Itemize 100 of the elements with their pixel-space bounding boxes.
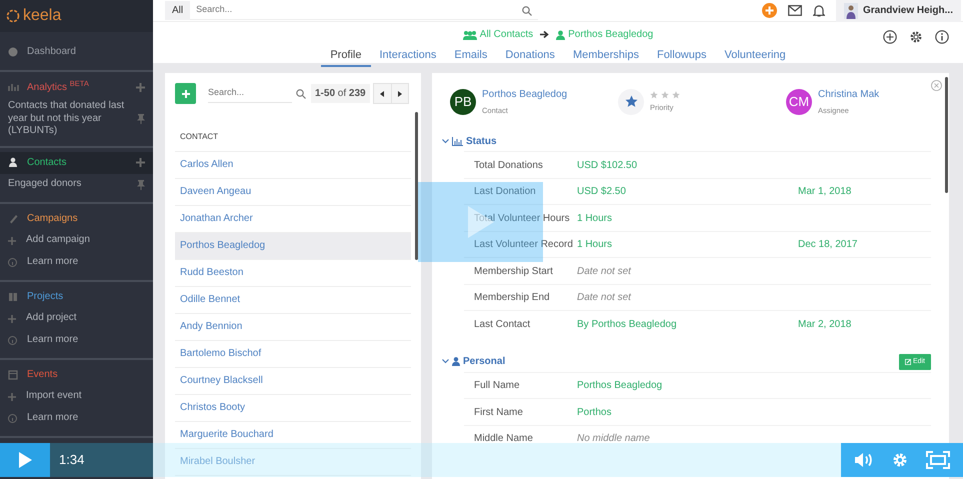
- sidebar-section-header[interactable]: Projects: [0, 286, 153, 308]
- section-title[interactable]: Status: [466, 134, 931, 149]
- sidebar-item[interactable]: Add campaign: [0, 230, 153, 252]
- search-icon: [296, 88, 306, 98]
- logo: keela: [23, 6, 62, 26]
- tab[interactable]: Volunteering: [716, 45, 795, 66]
- tab[interactable]: Followups: [648, 45, 716, 66]
- calendar-icon: [8, 369, 19, 380]
- info-icon: [8, 414, 17, 423]
- plus-icon[interactable]: [136, 82, 145, 92]
- sidebar-item[interactable]: Learn more: [0, 330, 153, 352]
- chevron-down-icon[interactable]: [442, 138, 449, 144]
- plus-icon: [182, 90, 190, 98]
- breadcrumb-link[interactable]: All Contacts: [462, 27, 534, 42]
- info-icon: [8, 336, 17, 345]
- field-date: Mar 1, 2018: [798, 185, 852, 199]
- play-button[interactable]: [418, 182, 543, 262]
- sidebar-item[interactable]: Add project: [0, 308, 153, 330]
- contact-row[interactable]: Courtney Blacksell: [175, 368, 411, 395]
- person-name[interactable]: Christina Mak: [818, 87, 880, 102]
- field-value: Porthos Beagledog: [577, 379, 664, 393]
- star-icon: [672, 90, 680, 98]
- field-label: Membership End: [473, 291, 551, 305]
- settings-icon[interactable]: [909, 30, 923, 44]
- plus-icon: [8, 314, 16, 322]
- sidebar-section-header[interactable]: Campaigns: [0, 208, 153, 230]
- play-button[interactable]: [0, 443, 50, 477]
- column-header: CONTACT: [175, 104, 411, 152]
- next-button[interactable]: [390, 84, 408, 103]
- contact-row[interactable]: Christos Booty: [175, 395, 411, 422]
- sidebar-section-header[interactable]: Contacts: [0, 152, 153, 174]
- add-icon[interactable]: [762, 3, 777, 18]
- video-time: 1:34: [59, 451, 84, 470]
- fullscreen-button[interactable]: [926, 451, 950, 469]
- tab[interactable]: Memberships: [564, 45, 648, 66]
- sidebar-item[interactable]: Import event: [0, 386, 153, 408]
- sidebar-section-header[interactable]: Analytics $^{BETA}$: [0, 76, 153, 98]
- bell-icon[interactable]: [812, 4, 825, 17]
- plus-icon: [8, 236, 16, 244]
- tab[interactable]: Donations: [496, 45, 564, 66]
- field-value: 1 Hours: [577, 238, 614, 252]
- sidebar-section-header[interactable]: Events: [0, 364, 153, 386]
- field-value: Date not set: [577, 291, 632, 305]
- edit-icon: [904, 358, 911, 365]
- field-label: Last Volunteer Record: [473, 238, 574, 252]
- star-icon: [624, 95, 638, 108]
- pin-icon: [137, 114, 145, 124]
- contact-row[interactable]: Daveen Angeau: [175, 179, 411, 206]
- scrollbar[interactable]: [945, 77, 948, 193]
- sidebar-item[interactable]: Engaged donors: [0, 174, 153, 196]
- field-label: Last Contact: [473, 318, 532, 332]
- arrow-right-icon: [540, 30, 550, 39]
- mail-icon[interactable]: [788, 5, 802, 16]
- sidebar-item[interactable]: Learn more: [0, 252, 153, 274]
- contact-row[interactable]: Carlos Allen: [175, 152, 411, 179]
- chevron-down-icon[interactable]: [442, 359, 449, 364]
- contact-row[interactable]: Odille Bennet: [175, 287, 411, 314]
- settings-icon: [890, 451, 909, 469]
- person-name[interactable]: Porthos Beagledog: [482, 87, 568, 102]
- priority-button[interactable]: [618, 88, 644, 115]
- add-circle-icon[interactable]: [883, 30, 897, 44]
- fullscreen-icon: [926, 451, 950, 469]
- caret-left-icon: [380, 90, 384, 96]
- field-label: Middle Name: [473, 432, 534, 446]
- section-title[interactable]: Personal: [463, 354, 896, 370]
- contact-row[interactable]: Marguerite Bouchard: [175, 422, 411, 449]
- field-value: 1 Hours: [577, 212, 614, 226]
- info-icon: [8, 258, 17, 267]
- field-label: Last Donation: [473, 185, 537, 199]
- user-menu[interactable]: Grandview Heigh...: [836, 0, 961, 22]
- contact-row[interactable]: Bartolemo Bischof: [175, 341, 411, 368]
- volume-button[interactable]: [854, 452, 874, 468]
- field-label: First Name: [473, 406, 524, 420]
- add-button[interactable]: [175, 83, 196, 104]
- scrollbar[interactable]: [415, 112, 418, 260]
- contact-row[interactable]: Rudd Beeston: [175, 260, 411, 287]
- caret-right-icon: [398, 90, 402, 96]
- plus-icon[interactable]: [136, 158, 145, 167]
- close-icon[interactable]: [931, 80, 942, 91]
- breadcrumb-link[interactable]: Porthos Beagledog: [556, 27, 654, 42]
- sidebar-section-header[interactable]: Dashboard: [0, 40, 153, 62]
- avatar: PB: [450, 88, 476, 115]
- settings-button[interactable]: [890, 451, 909, 469]
- field-value: No middle name: [577, 432, 651, 446]
- contact-row[interactable]: Porthos Beagledog: [175, 233, 411, 260]
- previous-button[interactable]: [374, 84, 391, 103]
- sidebar-item[interactable]: Learn more: [0, 408, 153, 430]
- tab[interactable]: Interactions: [370, 45, 446, 66]
- avatar: CM: [786, 88, 812, 115]
- scope-dropdown[interactable]: All: [165, 1, 190, 20]
- sidebar-item[interactable]: Contacts that donated last year but not this year (LYBUNTs): [0, 98, 153, 140]
- field-label: Full Name: [473, 379, 521, 393]
- info-icon[interactable]: [935, 30, 949, 44]
- contact-row[interactable]: Andy Bennion: [175, 314, 411, 341]
- tab[interactable]: Emails: [445, 45, 496, 66]
- field-value: By Porthos Beagledog: [577, 318, 678, 332]
- play-icon: [18, 452, 32, 468]
- star-rating[interactable]: [650, 90, 680, 98]
- person-icon: [844, 2, 858, 18]
- field-value: Porthos: [577, 406, 612, 420]
